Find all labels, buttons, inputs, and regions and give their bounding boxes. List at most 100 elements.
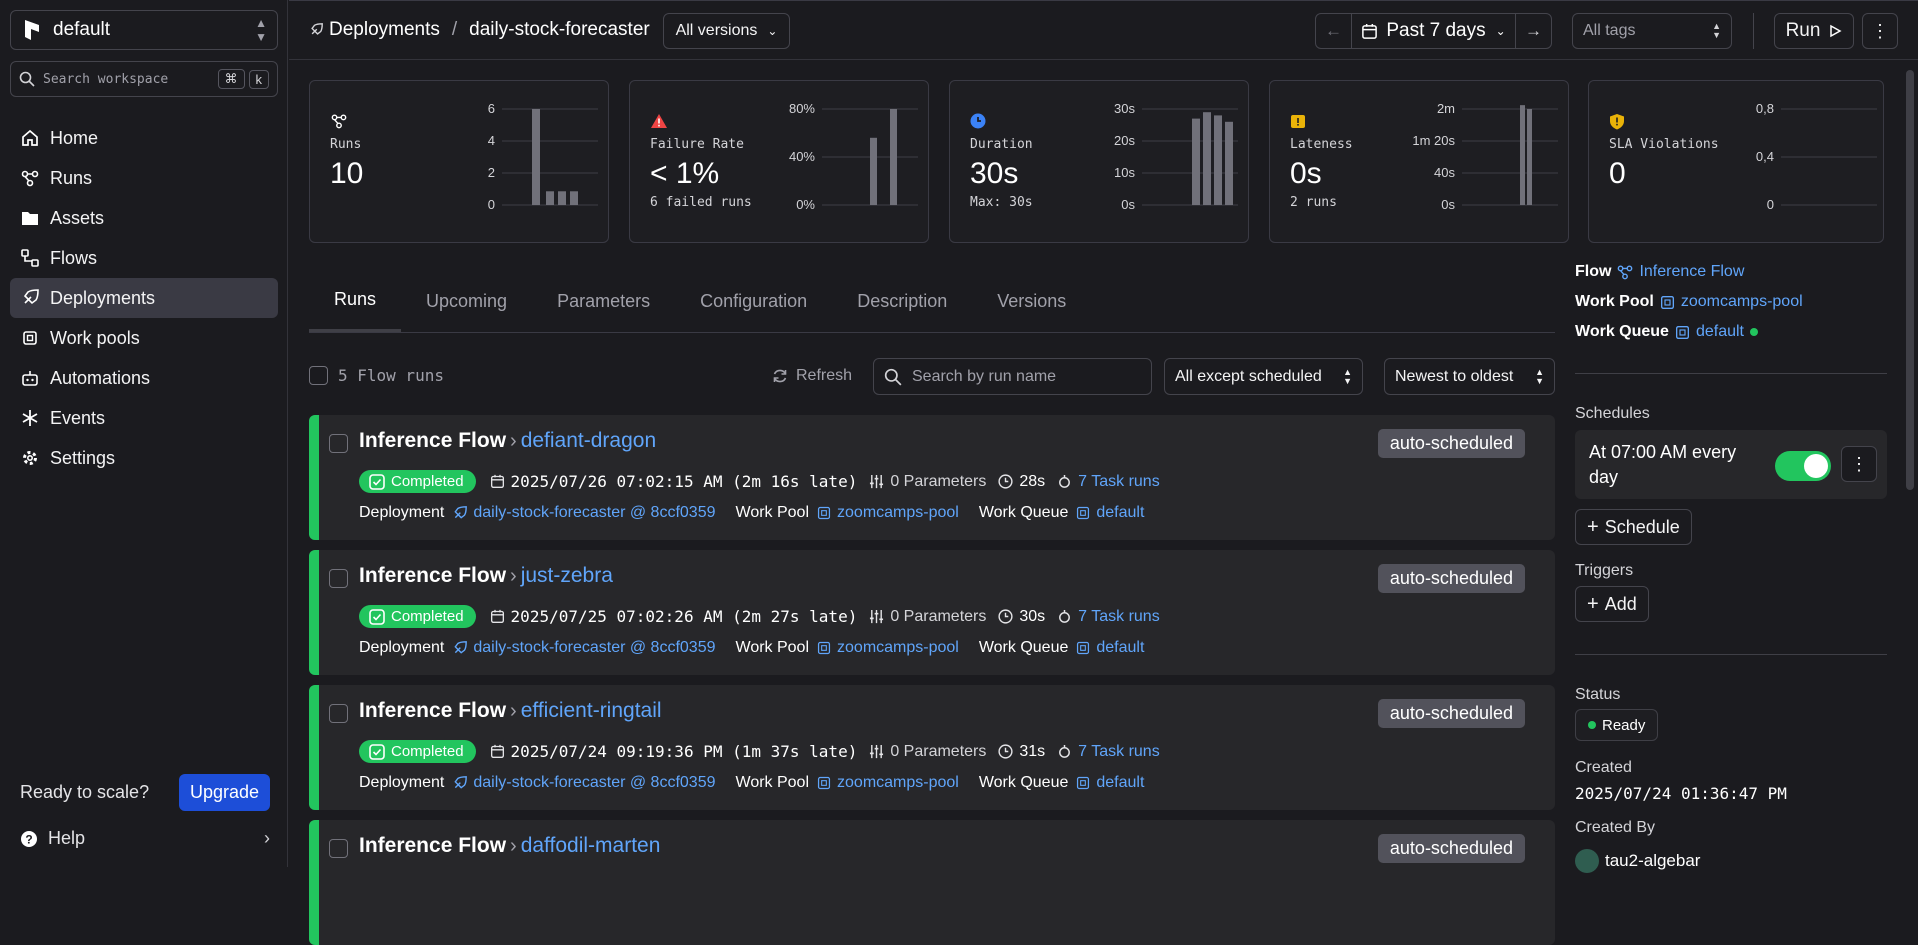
deployment-label: Deployment (359, 774, 445, 791)
refresh-button[interactable]: Refresh (772, 358, 852, 394)
select-all-checkbox[interactable] (309, 366, 328, 385)
work-pool-link[interactable]: zoomcamps-pool (817, 774, 959, 792)
run-search-input[interactable]: Search by run name (873, 358, 1152, 395)
sidebar-item-work-pools[interactable]: Work pools (10, 318, 278, 358)
tab-runs[interactable]: Runs (309, 270, 402, 332)
workspace-selector[interactable]: default ▲ ▼ (10, 10, 278, 50)
chart-bar[interactable] (890, 109, 897, 205)
flow-name-link[interactable]: Inference Flow (359, 699, 506, 723)
help-menu[interactable]: ? Help › (20, 828, 270, 849)
work-pool-link[interactable]: zoomcamps-pool (817, 639, 959, 657)
run-name-link[interactable]: efficient-ringtail (521, 699, 662, 723)
chart-bar[interactable] (1192, 118, 1200, 205)
tab-description[interactable]: Description (832, 270, 972, 332)
versions-select[interactable]: All versions ⌄ (663, 13, 790, 49)
tag-badge: auto-scheduled (1377, 429, 1525, 458)
deployment-link[interactable]: daily-stock-forecaster @ 8ccf0359 (452, 774, 716, 792)
sidebar-item-runs[interactable]: Runs (10, 158, 278, 198)
created-by-user[interactable]: tau2-algebar (1575, 849, 1700, 873)
chart-bar[interactable] (1203, 112, 1211, 205)
runs-icon (330, 113, 348, 134)
chart-bar[interactable] (1520, 105, 1525, 205)
chart-bar[interactable] (870, 137, 877, 205)
tab-parameters[interactable]: Parameters (532, 270, 675, 332)
state-filter-select[interactable]: All except scheduled ▲ ▼ (1164, 358, 1363, 395)
run-start-time: 2025/07/24 09:19:36 PM (1m 37s late) (490, 742, 858, 761)
tick-label: 4 (488, 133, 495, 148)
work-queue-link[interactable]: default (1076, 639, 1144, 657)
sidebar-item-deployments[interactable]: Deployments (10, 278, 278, 318)
run-checkbox[interactable] (329, 434, 348, 453)
run-name-link[interactable]: defiant-dragon (521, 429, 656, 453)
run-parameters[interactable]: 0 Parameters (869, 473, 986, 491)
chart-bar[interactable] (570, 191, 578, 205)
run-checkbox[interactable] (329, 569, 348, 588)
stat-card-runs: Runs 10 6 4 2 0 (309, 80, 609, 243)
next-range-button[interactable]: → (1515, 14, 1551, 48)
flow-name-link[interactable]: Inference Flow (359, 429, 506, 453)
run-name-link[interactable]: daffodil-marten (521, 834, 661, 858)
sidebar-item-assets[interactable]: Assets (10, 198, 278, 238)
sidebar-item-automations[interactable]: Automations (10, 358, 278, 398)
run-parameters[interactable]: 0 Parameters (869, 743, 986, 761)
chevron-right-icon: › (510, 429, 517, 452)
deployment-link[interactable]: daily-stock-forecaster @ 8ccf0359 (452, 504, 716, 522)
deployment-link-text: daily-stock-forecaster @ 8ccf0359 (473, 774, 716, 791)
sidebar-item-flows[interactable]: Flows (10, 238, 278, 278)
range-selector[interactable]: Past 7 days ⌄ (1352, 14, 1515, 48)
chart-bar[interactable] (532, 109, 540, 205)
prev-range-button[interactable]: ← (1316, 14, 1352, 48)
scrollbar[interactable] (1906, 70, 1914, 490)
work-queue-link[interactable]: default (1076, 504, 1144, 522)
flow-name-link[interactable]: Inference Flow (359, 564, 506, 588)
deployment-link[interactable]: daily-stock-forecaster @ 8ccf0359 (452, 639, 716, 657)
sliders-icon (870, 609, 884, 624)
sidebar-item-events[interactable]: Events (10, 398, 278, 438)
folder-icon (20, 210, 40, 226)
schedule-toggle[interactable] (1775, 451, 1831, 481)
work-pool-label: Work Pool (735, 639, 810, 656)
run-button[interactable]: Run (1774, 13, 1854, 49)
schedule-menu-button[interactable]: ⋮ (1841, 446, 1877, 482)
run-deployment-row: Deployment daily-stock-forecaster @ 8ccf… (359, 774, 1164, 792)
tags-filter[interactable]: All tags ▲ ▼ (1572, 13, 1732, 49)
task-runs-link[interactable]: 7 Task runs (1057, 743, 1160, 761)
work-pool-link[interactable]: zoomcamps-pool (1660, 293, 1803, 311)
chart-bar[interactable] (1527, 109, 1532, 205)
chart-bar[interactable] (1225, 121, 1233, 205)
chart-bar[interactable] (546, 191, 554, 205)
tab-configuration[interactable]: Configuration (675, 270, 832, 332)
tab-versions[interactable]: Versions (972, 270, 1091, 332)
breadcrumb-deployments[interactable]: Deployments (329, 19, 440, 41)
chevron-down-icon: ⌄ (1495, 24, 1506, 38)
run-start-time-value: 2025/07/24 09:19:36 PM (1m 37s late) (510, 742, 858, 761)
sidebar-item-home[interactable]: Home (10, 118, 278, 158)
work-queue-link[interactable]: default (1675, 323, 1758, 341)
run-parameters[interactable]: 0 Parameters (869, 608, 986, 626)
run-checkbox[interactable] (329, 704, 348, 723)
flow-name-link[interactable]: Inference Flow (359, 834, 506, 858)
upgrade-button[interactable]: Upgrade (178, 774, 270, 811)
chart-bar[interactable] (1214, 115, 1222, 205)
run-name-link[interactable]: just-zebra (521, 564, 613, 588)
sort-select[interactable]: Newest to oldest ▲ ▼ (1384, 358, 1555, 395)
tab-upcoming[interactable]: Upcoming (401, 270, 532, 332)
add-schedule-button[interactable]: + Schedule (1575, 509, 1692, 545)
chevron-right-icon: › (264, 828, 270, 848)
work-pool-link[interactable]: zoomcamps-pool (817, 504, 959, 522)
chart-bar[interactable] (558, 191, 566, 205)
task-runs-link[interactable]: 7 Task runs (1057, 608, 1160, 626)
refresh-label: Refresh (796, 367, 853, 384)
run-checkbox[interactable] (329, 839, 348, 858)
sidebar-item-settings[interactable]: Settings (10, 438, 278, 478)
stat-value: 10 (330, 157, 364, 190)
task-runs-link[interactable]: 7 Task runs (1057, 473, 1160, 491)
add-trigger-button[interactable]: + Add (1575, 586, 1649, 622)
run-title: Inference Flow › just-zebra (359, 564, 613, 588)
date-range-picker: ← Past 7 days ⌄ → (1315, 13, 1552, 49)
stat-label: Runs (330, 137, 362, 152)
workspace-search[interactable]: Search workspace ⌘ k (10, 61, 278, 97)
flow-link[interactable]: Inference Flow (1617, 263, 1744, 281)
work-queue-link[interactable]: default (1076, 774, 1144, 792)
more-options-button[interactable]: ⋮ (1862, 13, 1898, 49)
